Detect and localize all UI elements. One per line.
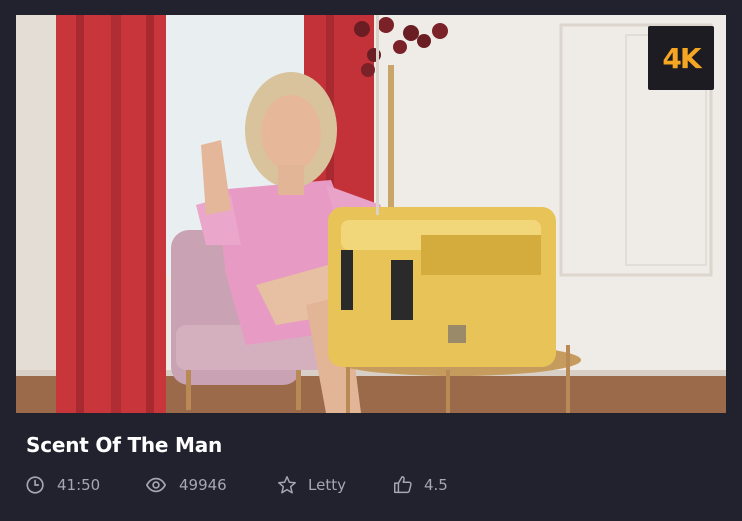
rating-value: 4.5 — [424, 476, 448, 494]
model-name[interactable]: Letty — [308, 476, 346, 494]
star-icon — [278, 476, 296, 494]
quality-badge: 4K — [648, 26, 714, 90]
video-meta: 41:50 49946 Letty 4.5 — [25, 474, 472, 496]
thumbs-up-icon — [394, 476, 412, 494]
model[interactable]: Letty — [276, 474, 392, 496]
video-card[interactable]: 4K Scent Of The Man 41:50 49946 Letty 4.… — [0, 0, 742, 521]
eye-icon — [145, 477, 167, 493]
views: 49946 — [143, 474, 276, 496]
duration: 41:50 — [25, 474, 143, 496]
duration-value: 41:50 — [57, 476, 101, 494]
rating: 4.5 — [392, 474, 472, 496]
clock-icon — [26, 476, 44, 494]
video-thumbnail[interactable]: 4K — [16, 15, 726, 413]
video-title[interactable]: Scent Of The Man — [26, 433, 222, 457]
thumbnail-image — [16, 15, 726, 413]
views-value: 49946 — [179, 476, 227, 494]
